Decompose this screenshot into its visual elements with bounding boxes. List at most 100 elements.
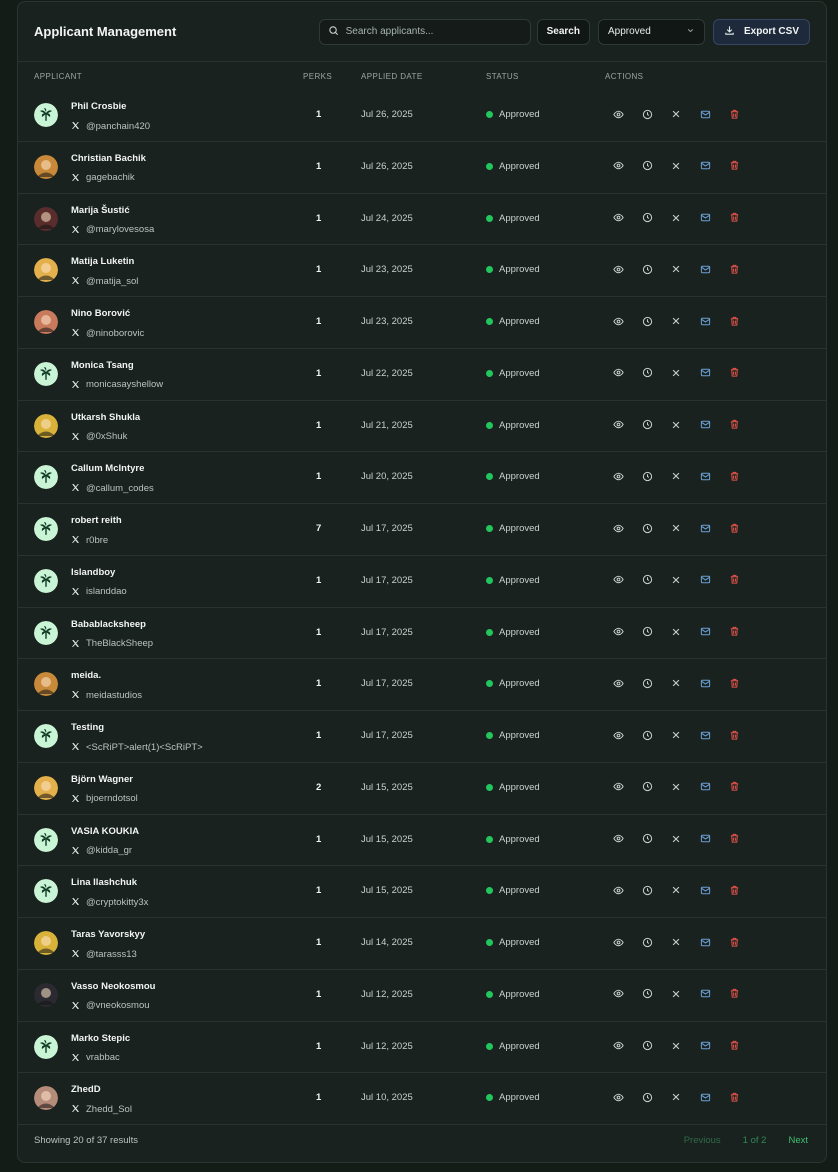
view-eye-icon[interactable] bbox=[612, 626, 624, 638]
trash-icon[interactable] bbox=[728, 315, 740, 327]
trash-icon[interactable] bbox=[728, 626, 740, 638]
view-eye-icon[interactable] bbox=[612, 729, 624, 741]
trash-icon[interactable] bbox=[728, 988, 740, 1000]
next-page-button[interactable]: Next bbox=[788, 1135, 808, 1146]
view-eye-icon[interactable] bbox=[612, 1040, 624, 1052]
view-eye-icon[interactable] bbox=[612, 884, 624, 896]
clock-icon[interactable] bbox=[641, 988, 653, 1000]
clock-icon[interactable] bbox=[641, 884, 653, 896]
mail-icon[interactable] bbox=[699, 833, 711, 845]
mail-icon[interactable] bbox=[699, 160, 711, 172]
view-eye-icon[interactable] bbox=[612, 263, 624, 275]
mail-icon[interactable] bbox=[699, 781, 711, 793]
mail-icon[interactable] bbox=[699, 522, 711, 534]
close-icon[interactable] bbox=[670, 1040, 682, 1052]
close-icon[interactable] bbox=[670, 988, 682, 1000]
clock-icon[interactable] bbox=[641, 263, 653, 275]
mail-icon[interactable] bbox=[699, 729, 711, 741]
trash-icon[interactable] bbox=[728, 833, 740, 845]
close-icon[interactable] bbox=[670, 160, 682, 172]
clock-icon[interactable] bbox=[641, 1091, 653, 1103]
close-icon[interactable] bbox=[670, 574, 682, 586]
mail-icon[interactable] bbox=[699, 263, 711, 275]
view-eye-icon[interactable] bbox=[612, 419, 624, 431]
clock-icon[interactable] bbox=[641, 367, 653, 379]
search-button[interactable]: Search bbox=[536, 18, 590, 45]
mail-icon[interactable] bbox=[699, 367, 711, 379]
clock-icon[interactable] bbox=[641, 833, 653, 845]
close-icon[interactable] bbox=[670, 833, 682, 845]
close-icon[interactable] bbox=[670, 108, 682, 120]
close-icon[interactable] bbox=[670, 470, 682, 482]
close-icon[interactable] bbox=[670, 212, 682, 224]
mail-icon[interactable] bbox=[699, 677, 711, 689]
view-eye-icon[interactable] bbox=[612, 574, 624, 586]
trash-icon[interactable] bbox=[728, 1091, 740, 1103]
trash-icon[interactable] bbox=[728, 884, 740, 896]
trash-icon[interactable] bbox=[728, 936, 740, 948]
view-eye-icon[interactable] bbox=[612, 781, 624, 793]
close-icon[interactable] bbox=[670, 315, 682, 327]
view-eye-icon[interactable] bbox=[612, 936, 624, 948]
trash-icon[interactable] bbox=[728, 212, 740, 224]
view-eye-icon[interactable] bbox=[612, 1091, 624, 1103]
mail-icon[interactable] bbox=[699, 470, 711, 482]
clock-icon[interactable] bbox=[641, 108, 653, 120]
export-csv-button[interactable]: Export CSV bbox=[712, 18, 810, 45]
previous-page-button[interactable]: Previous bbox=[684, 1135, 721, 1146]
clock-icon[interactable] bbox=[641, 574, 653, 586]
clock-icon[interactable] bbox=[641, 729, 653, 741]
close-icon[interactable] bbox=[670, 936, 682, 948]
close-icon[interactable] bbox=[670, 419, 682, 431]
search-input[interactable] bbox=[345, 26, 516, 37]
view-eye-icon[interactable] bbox=[612, 108, 624, 120]
clock-icon[interactable] bbox=[641, 781, 653, 793]
trash-icon[interactable] bbox=[728, 419, 740, 431]
mail-icon[interactable] bbox=[699, 315, 711, 327]
clock-icon[interactable] bbox=[641, 936, 653, 948]
trash-icon[interactable] bbox=[728, 1040, 740, 1052]
clock-icon[interactable] bbox=[641, 522, 653, 534]
close-icon[interactable] bbox=[670, 367, 682, 379]
trash-icon[interactable] bbox=[728, 522, 740, 534]
trash-icon[interactable] bbox=[728, 470, 740, 482]
view-eye-icon[interactable] bbox=[612, 315, 624, 327]
clock-icon[interactable] bbox=[641, 1040, 653, 1052]
trash-icon[interactable] bbox=[728, 729, 740, 741]
close-icon[interactable] bbox=[670, 263, 682, 275]
view-eye-icon[interactable] bbox=[612, 522, 624, 534]
mail-icon[interactable] bbox=[699, 884, 711, 896]
mail-icon[interactable] bbox=[699, 1040, 711, 1052]
mail-icon[interactable] bbox=[699, 626, 711, 638]
trash-icon[interactable] bbox=[728, 263, 740, 275]
clock-icon[interactable] bbox=[641, 626, 653, 638]
mail-icon[interactable] bbox=[699, 936, 711, 948]
trash-icon[interactable] bbox=[728, 677, 740, 689]
clock-icon[interactable] bbox=[641, 677, 653, 689]
mail-icon[interactable] bbox=[699, 574, 711, 586]
close-icon[interactable] bbox=[670, 1091, 682, 1103]
view-eye-icon[interactable] bbox=[612, 470, 624, 482]
close-icon[interactable] bbox=[670, 781, 682, 793]
trash-icon[interactable] bbox=[728, 574, 740, 586]
close-icon[interactable] bbox=[670, 884, 682, 896]
trash-icon[interactable] bbox=[728, 160, 740, 172]
view-eye-icon[interactable] bbox=[612, 160, 624, 172]
view-eye-icon[interactable] bbox=[612, 212, 624, 224]
mail-icon[interactable] bbox=[699, 1091, 711, 1103]
mail-icon[interactable] bbox=[699, 108, 711, 120]
trash-icon[interactable] bbox=[728, 108, 740, 120]
clock-icon[interactable] bbox=[641, 470, 653, 482]
mail-icon[interactable] bbox=[699, 988, 711, 1000]
search-box[interactable] bbox=[318, 18, 531, 45]
clock-icon[interactable] bbox=[641, 160, 653, 172]
trash-icon[interactable] bbox=[728, 781, 740, 793]
mail-icon[interactable] bbox=[699, 212, 711, 224]
close-icon[interactable] bbox=[670, 729, 682, 741]
trash-icon[interactable] bbox=[728, 367, 740, 379]
clock-icon[interactable] bbox=[641, 419, 653, 431]
mail-icon[interactable] bbox=[699, 419, 711, 431]
view-eye-icon[interactable] bbox=[612, 367, 624, 379]
status-filter-select[interactable]: Approved bbox=[597, 18, 705, 45]
view-eye-icon[interactable] bbox=[612, 988, 624, 1000]
